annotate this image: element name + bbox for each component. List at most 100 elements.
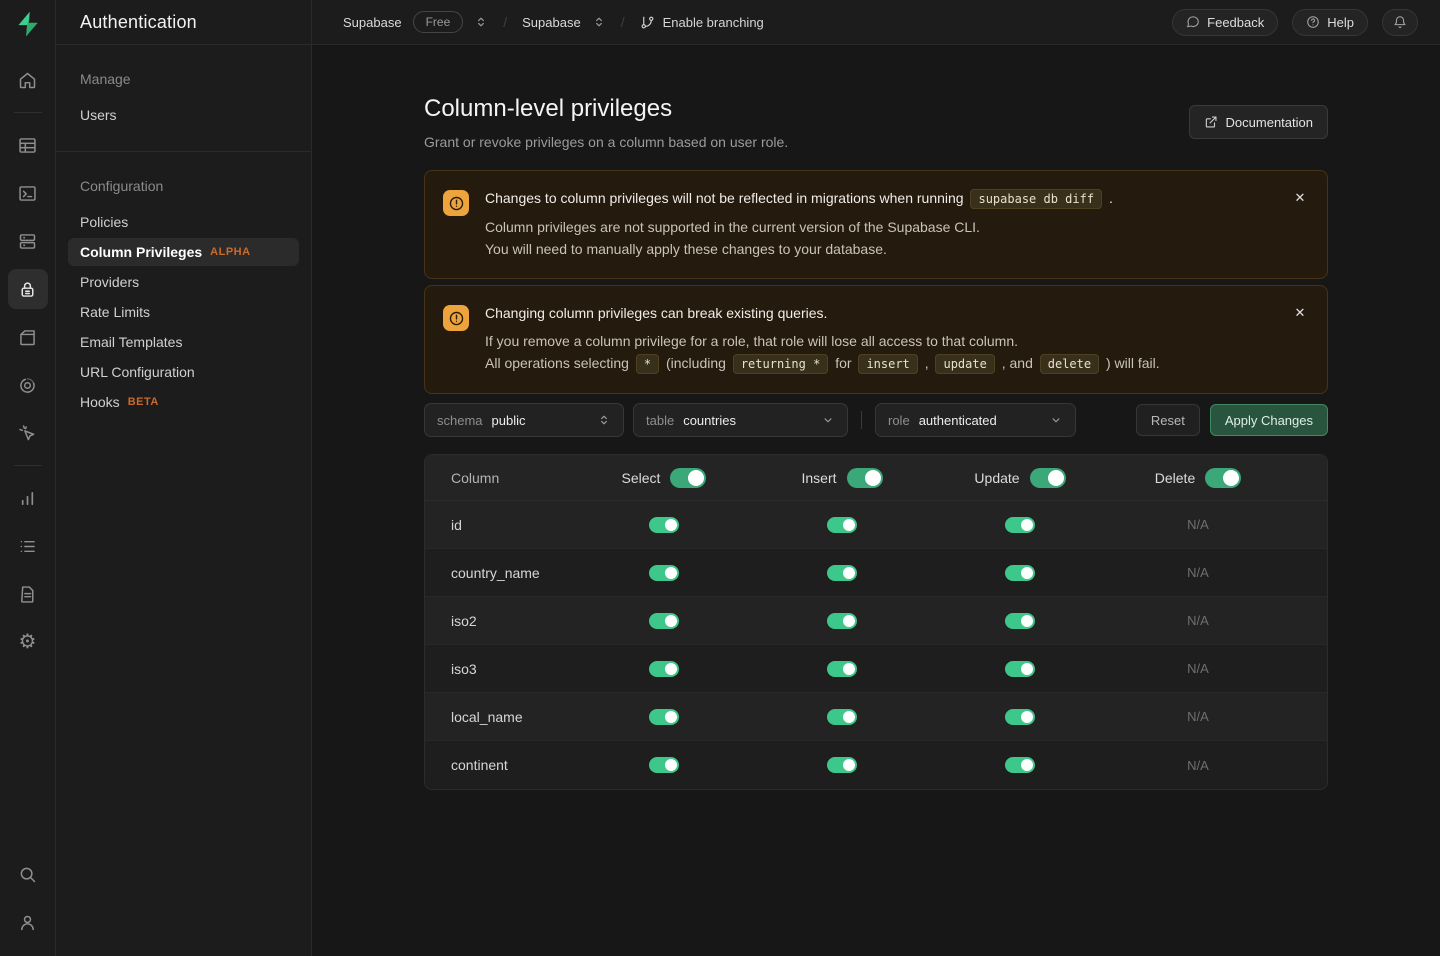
help-button[interactable]: Help [1292,9,1368,36]
reset-button[interactable]: Reset [1136,404,1200,436]
update-toggle[interactable] [1005,661,1035,677]
delete-na-label: N/A [1187,661,1209,676]
sidebar-item-policies[interactable]: Policies [68,208,299,236]
database-icon[interactable] [8,221,48,261]
configuration-section: Configuration Policies Column Privileges… [56,152,311,438]
supabase-logo-icon[interactable] [14,10,42,38]
insert-toggle[interactable] [827,661,857,677]
git-branch-icon [640,15,655,30]
search-icon[interactable] [8,854,48,894]
break-queries-warning-banner: Changing column privileges can break exi… [424,285,1328,394]
table-editor-icon[interactable] [8,125,48,165]
column-name: id [425,517,575,533]
notifications-button[interactable] [1382,9,1418,36]
feedback-button[interactable]: Feedback [1172,9,1278,36]
org-switcher-chevron-icon[interactable] [474,15,488,29]
settings-icon[interactable]: ⚙ [8,622,48,662]
update-toggle[interactable] [1005,565,1035,581]
account-icon[interactable] [8,902,48,942]
manage-section-label: Manage [68,71,299,87]
table-select[interactable]: table countries [633,403,848,437]
close-icon[interactable]: ✕ [1287,185,1313,211]
table-row: continent N/A [425,741,1327,789]
documentation-button[interactable]: Documentation [1189,105,1328,139]
beta-badge: BETA [128,396,159,408]
banner-line: Column privileges are not supported in t… [485,217,1113,237]
column-name: continent [425,757,575,773]
insert-toggle[interactable] [827,709,857,725]
authentication-icon[interactable] [8,269,48,309]
code-chip: * [636,354,659,374]
select-all-toggle[interactable] [670,468,706,488]
table-row: country_name N/A [425,549,1327,597]
column-name: iso2 [425,613,575,629]
home-icon[interactable] [8,60,48,100]
delete-na-label: N/A [1187,709,1209,724]
sidebar-item-hooks[interactable]: Hooks BETA [68,388,299,416]
plan-badge[interactable]: Free [413,11,464,33]
cli-migrations-warning-banner: Changes to column privileges will not be… [424,170,1328,279]
sidebar-item-rate-limits[interactable]: Rate Limits [68,298,299,326]
breadcrumb-separator: / [621,14,625,30]
sidebar-item-column-privileges[interactable]: Column Privileges ALPHA [68,238,299,266]
delete-all-toggle[interactable] [1205,468,1241,488]
rail-divider [14,465,42,466]
top-bar: Supabase Free / Supabase / Enable branch… [312,0,1440,45]
code-chip: supabase db diff [970,189,1102,209]
update-all-toggle[interactable] [1030,468,1066,488]
schema-select[interactable]: schema public [424,403,624,437]
sql-editor-icon[interactable] [8,173,48,213]
banner-title: Changing column privileges can break exi… [485,303,1160,323]
update-toggle[interactable] [1005,709,1035,725]
table-row: iso3 N/A [425,645,1327,693]
realtime-icon[interactable] [8,413,48,453]
page-subtitle: Grant or revoke privileges on a column b… [424,134,788,150]
select-toggle[interactable] [649,565,679,581]
close-icon[interactable]: ✕ [1287,300,1313,326]
sidebar-title: Authentication [80,12,197,33]
insert-toggle[interactable] [827,565,857,581]
help-circle-icon [1306,15,1320,29]
edge-functions-icon[interactable] [8,365,48,405]
breadcrumb: Supabase Free / Supabase / Enable branch… [343,11,764,33]
logs-icon[interactable] [8,526,48,566]
role-select[interactable]: role authenticated [875,403,1076,437]
table-row: iso2 N/A [425,597,1327,645]
breadcrumb-org[interactable]: Supabase [343,15,402,30]
enable-branching-button[interactable]: Enable branching [640,15,764,30]
project-switcher-chevron-icon[interactable] [592,15,606,29]
sidebar-item-email-templates[interactable]: Email Templates [68,328,299,356]
api-docs-icon[interactable] [8,574,48,614]
insert-all-toggle[interactable] [847,468,883,488]
apply-changes-button[interactable]: Apply Changes [1210,404,1328,436]
delete-na-label: N/A [1187,758,1209,773]
sidebar-item-url-configuration[interactable]: URL Configuration [68,358,299,386]
reports-icon[interactable] [8,478,48,518]
select-toggle[interactable] [649,517,679,533]
bell-icon [1393,15,1407,29]
insert-toggle[interactable] [827,757,857,773]
chevron-down-icon [1049,413,1063,427]
update-toggle[interactable] [1005,517,1035,533]
sidebar-header: Authentication [56,0,311,45]
code-chip: returning * [733,354,828,374]
main-content: Column-level privileges Grant or revoke … [312,45,1440,956]
code-chip: update [935,354,994,374]
column-header: Column [425,470,575,486]
select-toggle[interactable] [649,709,679,725]
banner-line: You will need to manually apply these ch… [485,239,1113,259]
breadcrumb-project[interactable]: Supabase [522,15,581,30]
sidebar-item-providers[interactable]: Providers [68,268,299,296]
update-toggle[interactable] [1005,757,1035,773]
warning-icon [443,305,469,331]
insert-toggle[interactable] [827,613,857,629]
select-toggle[interactable] [649,613,679,629]
update-toggle[interactable] [1005,613,1035,629]
insert-toggle[interactable] [827,517,857,533]
banner-line: If you remove a column privilege for a r… [485,331,1160,351]
select-toggle[interactable] [649,757,679,773]
sidebar-item-users[interactable]: Users [68,101,299,129]
warning-icon [443,190,469,216]
storage-icon[interactable] [8,317,48,357]
select-toggle[interactable] [649,661,679,677]
